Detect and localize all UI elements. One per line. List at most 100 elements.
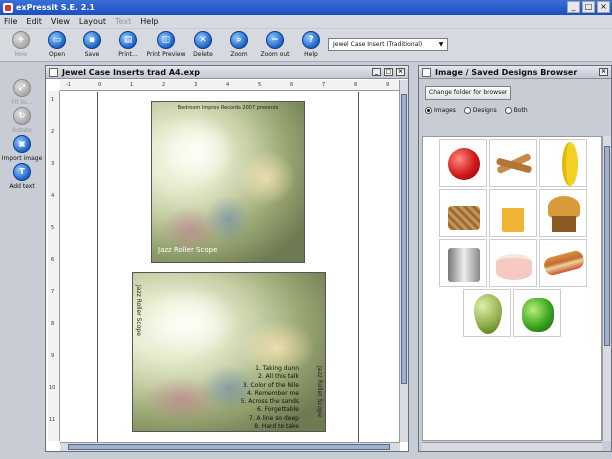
radio-designs[interactable]: Designs — [463, 107, 497, 114]
panel-close-icon[interactable]: × — [396, 68, 405, 76]
minimize-button[interactable]: _ — [567, 1, 580, 13]
menu-file[interactable]: File — [4, 17, 17, 26]
scroll-thumb[interactable] — [604, 146, 610, 346]
document-title: Jewel Case Inserts trad A4.exp — [62, 67, 200, 77]
image-thumb-basket[interactable] — [439, 189, 487, 237]
fit-to-button[interactable]: ⤢ Fit to... — [0, 79, 44, 106]
add-text-label: Add text — [9, 183, 35, 190]
back-insert[interactable]: Jazz Roller Scope Jazz Roller Scope 1. T… — [132, 272, 326, 432]
document-vertical-scrollbar[interactable] — [399, 80, 408, 442]
hruler-tick: 8 — [354, 82, 358, 88]
menu-view[interactable]: View — [51, 17, 70, 26]
new-label: New — [14, 51, 28, 58]
zoom-out-button[interactable]: − Zoom out — [258, 31, 292, 58]
vruler-tick: 1 — [51, 97, 55, 103]
image-thumb-cake[interactable] — [489, 239, 537, 287]
add-text-button[interactable]: T Add text — [0, 163, 44, 190]
grapes-icon — [474, 294, 502, 334]
page-margin-left — [97, 92, 98, 442]
chevron-down-icon: ▼ — [438, 41, 444, 48]
print-button[interactable]: ▤ Print... — [113, 31, 143, 58]
image-thumb-grapes[interactable] — [463, 289, 511, 337]
print-preview-button[interactable]: ◫ Print Preview — [146, 31, 186, 58]
radio-both-label: Both — [513, 107, 528, 114]
tracklist[interactable]: 1. Taking dunn 2. All this talk 3. Color… — [241, 365, 299, 431]
document-canvas[interactable]: Bedroom Improv Records 2007 presents Jaz… — [61, 92, 400, 442]
delete-button[interactable]: ✕ Delete — [188, 31, 218, 58]
window-title: exPressit S.E. 2.1 — [16, 3, 95, 12]
save-label: Save — [84, 51, 100, 58]
window-titlebar: exPressit S.E. 2.1 _ □ × — [0, 0, 612, 15]
template-select[interactable]: Jewel Case Insert (Traditional) ▼ — [328, 38, 448, 51]
menu-layout[interactable]: Layout — [79, 17, 106, 26]
close-button[interactable]: × — [597, 1, 610, 13]
new-button[interactable]: + New — [6, 31, 36, 58]
image-thumb-banana[interactable] — [539, 139, 587, 187]
image-thumb-apple[interactable] — [439, 139, 487, 187]
menu-bar: File Edit View Layout Text Help — [0, 15, 612, 28]
horizontal-ruler: -1 0 1 2 3 4 5 6 7 8 9 — [60, 80, 400, 91]
panel-close-icon[interactable]: × — [599, 68, 608, 76]
image-thumb-roll[interactable] — [539, 239, 587, 287]
track-item: 1. Taking dunn — [255, 365, 299, 372]
spine-left-text[interactable]: Jazz Roller Scope — [135, 285, 142, 336]
maximize-button[interactable]: □ — [582, 1, 595, 13]
left-toolbar: ⤢ Fit to... ↻ Rotate ▣ Import image T Ad… — [0, 63, 44, 459]
vruler-tick: 5 — [51, 225, 55, 231]
vruler-tick: 3 — [51, 161, 55, 167]
vruler-tick: 11 — [49, 417, 56, 423]
image-thumb-breadsticks[interactable] — [489, 139, 537, 187]
menu-help[interactable]: Help — [140, 17, 158, 26]
browser-horizontal-scrollbar[interactable] — [422, 442, 602, 451]
document-icon — [49, 67, 58, 77]
browser-vertical-scrollbar[interactable] — [602, 136, 611, 441]
document-panel: Jewel Case Inserts trad A4.exp _ □ × -1 … — [45, 65, 409, 452]
panel-minimize-icon[interactable]: _ — [372, 68, 381, 76]
beer-mug-icon — [502, 200, 524, 232]
help-button[interactable]: ? Help — [296, 31, 326, 58]
muffin-icon — [548, 196, 580, 218]
vertical-ruler: 1 2 3 4 5 6 7 8 9 10 11 — [48, 91, 60, 441]
zoom-button[interactable]: ⌕ Zoom — [224, 31, 254, 58]
radio-dot-icon — [463, 107, 471, 114]
hruler-tick: 0 — [98, 82, 102, 88]
radio-both[interactable]: Both — [504, 107, 528, 114]
hruler-tick: 2 — [162, 82, 166, 88]
scroll-thumb[interactable] — [68, 444, 390, 450]
radio-images[interactable]: Images — [425, 107, 456, 114]
page-margin-right — [358, 92, 359, 442]
fit-to-label: Fit to... — [11, 99, 33, 106]
track-item: 2. All this talk — [257, 373, 299, 381]
front-insert[interactable]: Bedroom Improv Records 2007 presents Jaz… — [151, 101, 305, 263]
image-thumb-beer[interactable] — [489, 189, 537, 237]
print-icon: ▤ — [119, 31, 137, 49]
rotate-button[interactable]: ↻ Rotate — [0, 107, 44, 134]
panel-maximize-icon[interactable]: □ — [384, 68, 393, 76]
save-icon: ▪ — [83, 31, 101, 49]
toaster-icon — [448, 248, 480, 282]
document-panel-header: Jewel Case Inserts trad A4.exp _ □ × — [46, 66, 408, 79]
change-folder-button[interactable]: Change folder for browser — [425, 86, 512, 100]
help-icon: ? — [302, 31, 320, 49]
print-preview-label: Print Preview — [146, 51, 186, 58]
vruler-tick: 10 — [49, 385, 56, 391]
menu-edit[interactable]: Edit — [26, 17, 42, 26]
front-top-text[interactable]: Bedroom Improv Records 2007 presents — [152, 105, 304, 111]
document-horizontal-scrollbar[interactable] — [60, 442, 400, 451]
hruler-tick: 4 — [226, 82, 230, 88]
image-thumb-pepper[interactable] — [513, 289, 561, 337]
open-button[interactable]: ▭ Open — [42, 31, 72, 58]
browser-icon — [422, 67, 431, 77]
track-item: 7. A line so deep — [248, 414, 299, 422]
spine-right-text[interactable]: Jazz Roller Scope — [316, 366, 323, 417]
image-thumb-muffin[interactable] — [539, 189, 587, 237]
radio-designs-label: Designs — [472, 107, 497, 114]
import-image-button[interactable]: ▣ Import image — [0, 135, 44, 162]
image-thumb-toaster[interactable] — [439, 239, 487, 287]
menu-text[interactable]: Text — [115, 17, 131, 26]
front-title-text[interactable]: Jazz Roller Scope — [158, 246, 217, 254]
open-icon: ▭ — [48, 31, 66, 49]
save-button[interactable]: ▪ Save — [77, 31, 107, 58]
track-item: 6. Forgettable — [257, 406, 299, 414]
scroll-thumb[interactable] — [401, 94, 407, 384]
